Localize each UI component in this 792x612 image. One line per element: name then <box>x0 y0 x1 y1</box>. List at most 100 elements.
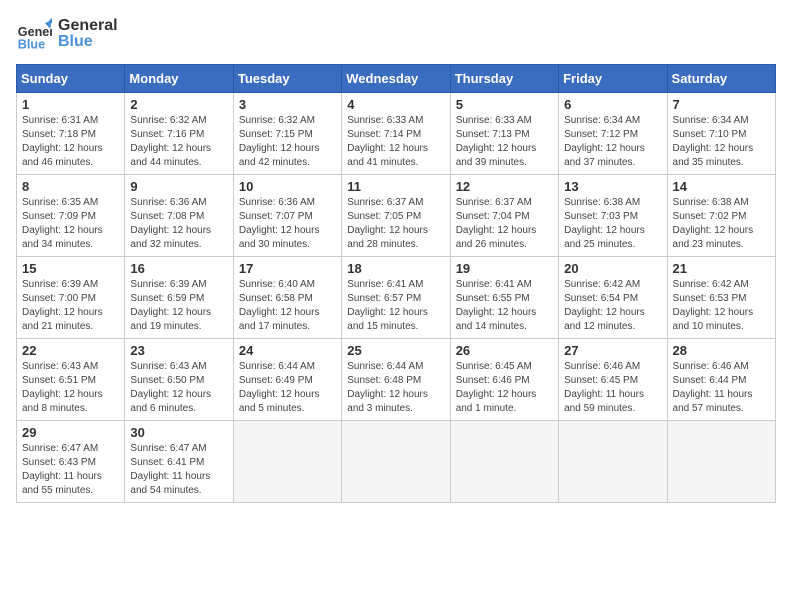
logo: General Blue General Blue <box>16 16 118 52</box>
day-cell-13: 13 Sunrise: 6:38 AM Sunset: 7:03 PM Dayli… <box>559 175 667 257</box>
day-cell-8: 8 Sunrise: 6:35 AM Sunset: 7:09 PM Daylig… <box>17 175 125 257</box>
weekday-thursday: Thursday <box>450 65 558 93</box>
day-number: 14 <box>673 179 770 194</box>
week-row-3: 15 Sunrise: 6:39 AM Sunset: 7:00 PM Dayli… <box>17 257 776 339</box>
day-number: 3 <box>239 97 336 112</box>
day-info: Sunrise: 6:43 AM Sunset: 6:50 PM Dayligh… <box>130 360 227 416</box>
day-info: Sunrise: 6:39 AM Sunset: 6:59 PM Dayligh… <box>130 278 227 334</box>
empty-cell <box>342 421 450 503</box>
day-cell-14: 14 Sunrise: 6:38 AM Sunset: 7:02 PM Dayli… <box>667 175 775 257</box>
day-cell-16: 16 Sunrise: 6:39 AM Sunset: 6:59 PM Dayli… <box>125 257 233 339</box>
day-cell-9: 9 Sunrise: 6:36 AM Sunset: 7:08 PM Daylig… <box>125 175 233 257</box>
day-cell-1: 1 Sunrise: 6:31 AM Sunset: 7:18 PM Daylig… <box>17 93 125 175</box>
day-cell-2: 2Sunrise: 6:32 AM Sunset: 7:16 PM Daylig… <box>125 93 233 175</box>
day-number: 11 <box>347 179 444 194</box>
week-row-2: 8 Sunrise: 6:35 AM Sunset: 7:09 PM Daylig… <box>17 175 776 257</box>
day-number: 12 <box>456 179 553 194</box>
day-cell-19: 19 Sunrise: 6:41 AM Sunset: 6:55 PM Dayli… <box>450 257 558 339</box>
day-info: Sunrise: 6:32 AM Sunset: 7:15 PM Dayligh… <box>239 114 336 170</box>
day-info: Sunrise: 6:36 AM Sunset: 7:08 PM Dayligh… <box>130 196 227 252</box>
day-info: Sunrise: 6:34 AM Sunset: 7:12 PM Dayligh… <box>564 114 661 170</box>
day-number: 9 <box>130 179 227 194</box>
day-number: 30 <box>130 425 227 440</box>
day-number: 16 <box>130 261 227 276</box>
day-cell-12: 12Sunrise: 6:37 AM Sunset: 7:04 PM Dayli… <box>450 175 558 257</box>
day-number: 19 <box>456 261 553 276</box>
day-cell-29: 29 Sunrise: 6:47 AM Sunset: 6:43 PM Dayli… <box>17 421 125 503</box>
day-number: 6 <box>564 97 661 112</box>
weekday-friday: Friday <box>559 65 667 93</box>
day-cell-4: 4Sunrise: 6:33 AM Sunset: 7:14 PM Daylig… <box>342 93 450 175</box>
day-number: 5 <box>456 97 553 112</box>
day-cell-27: 27Sunrise: 6:46 AM Sunset: 6:45 PM Dayli… <box>559 339 667 421</box>
empty-cell <box>233 421 341 503</box>
week-row-5: 29 Sunrise: 6:47 AM Sunset: 6:43 PM Dayli… <box>17 421 776 503</box>
day-number: 2 <box>130 97 227 112</box>
day-info: Sunrise: 6:38 AM Sunset: 7:03 PM Dayligh… <box>564 196 661 252</box>
day-number: 20 <box>564 261 661 276</box>
day-cell-30: 30 Sunrise: 6:47 AM Sunset: 6:41 PM Dayli… <box>125 421 233 503</box>
weekday-saturday: Saturday <box>667 65 775 93</box>
day-info: Sunrise: 6:34 AM Sunset: 7:10 PM Dayligh… <box>673 114 770 170</box>
day-info: Sunrise: 6:42 AM Sunset: 6:54 PM Dayligh… <box>564 278 661 334</box>
day-number: 26 <box>456 343 553 358</box>
day-number: 25 <box>347 343 444 358</box>
logo-icon: General Blue <box>16 16 52 52</box>
day-cell-24: 24Sunrise: 6:44 AM Sunset: 6:49 PM Dayli… <box>233 339 341 421</box>
day-number: 21 <box>673 261 770 276</box>
day-number: 22 <box>22 343 119 358</box>
empty-cell <box>450 421 558 503</box>
day-info: Sunrise: 6:45 AM Sunset: 6:46 PM Dayligh… <box>456 360 553 416</box>
day-info: Sunrise: 6:44 AM Sunset: 6:48 PM Dayligh… <box>347 360 444 416</box>
day-info: Sunrise: 6:41 AM Sunset: 6:57 PM Dayligh… <box>347 278 444 334</box>
day-number: 4 <box>347 97 444 112</box>
day-number: 28 <box>673 343 770 358</box>
empty-cell <box>559 421 667 503</box>
day-cell-22: 22 Sunrise: 6:43 AM Sunset: 6:51 PM Dayli… <box>17 339 125 421</box>
day-cell-20: 20 Sunrise: 6:42 AM Sunset: 6:54 PM Dayli… <box>559 257 667 339</box>
day-number: 15 <box>22 261 119 276</box>
day-info: Sunrise: 6:39 AM Sunset: 7:00 PM Dayligh… <box>22 278 119 334</box>
weekday-monday: Monday <box>125 65 233 93</box>
day-info: Sunrise: 6:38 AM Sunset: 7:02 PM Dayligh… <box>673 196 770 252</box>
weekday-wednesday: Wednesday <box>342 65 450 93</box>
week-row-1: 1 Sunrise: 6:31 AM Sunset: 7:18 PM Daylig… <box>17 93 776 175</box>
empty-cell <box>667 421 775 503</box>
day-info: Sunrise: 6:47 AM Sunset: 6:43 PM Dayligh… <box>22 442 119 498</box>
day-cell-3: 3 Sunrise: 6:32 AM Sunset: 7:15 PM Daylig… <box>233 93 341 175</box>
day-cell-5: 5 Sunrise: 6:33 AM Sunset: 7:13 PM Daylig… <box>450 93 558 175</box>
day-info: Sunrise: 6:42 AM Sunset: 6:53 PM Dayligh… <box>673 278 770 334</box>
day-number: 29 <box>22 425 119 440</box>
day-number: 23 <box>130 343 227 358</box>
day-number: 13 <box>564 179 661 194</box>
day-cell-17: 17 Sunrise: 6:40 AM Sunset: 6:58 PM Dayli… <box>233 257 341 339</box>
day-cell-18: 18 Sunrise: 6:41 AM Sunset: 6:57 PM Dayli… <box>342 257 450 339</box>
day-cell-15: 15 Sunrise: 6:39 AM Sunset: 7:00 PM Dayli… <box>17 257 125 339</box>
day-info: Sunrise: 6:35 AM Sunset: 7:09 PM Dayligh… <box>22 196 119 252</box>
svg-text:Blue: Blue <box>18 37 45 51</box>
day-cell-7: 7 Sunrise: 6:34 AM Sunset: 7:10 PM Daylig… <box>667 93 775 175</box>
day-number: 24 <box>239 343 336 358</box>
day-cell-28: 28 Sunrise: 6:46 AM Sunset: 6:44 PM Dayli… <box>667 339 775 421</box>
day-info: Sunrise: 6:36 AM Sunset: 7:07 PM Dayligh… <box>239 196 336 252</box>
day-info: Sunrise: 6:43 AM Sunset: 6:51 PM Dayligh… <box>22 360 119 416</box>
day-number: 1 <box>22 97 119 112</box>
day-info: Sunrise: 6:31 AM Sunset: 7:18 PM Dayligh… <box>22 114 119 170</box>
day-number: 7 <box>673 97 770 112</box>
day-info: Sunrise: 6:37 AM Sunset: 7:05 PM Dayligh… <box>347 196 444 252</box>
day-info: Sunrise: 6:46 AM Sunset: 6:44 PM Dayligh… <box>673 360 770 416</box>
week-row-4: 22 Sunrise: 6:43 AM Sunset: 6:51 PM Dayli… <box>17 339 776 421</box>
day-info: Sunrise: 6:47 AM Sunset: 6:41 PM Dayligh… <box>130 442 227 498</box>
day-cell-6: 6 Sunrise: 6:34 AM Sunset: 7:12 PM Daylig… <box>559 93 667 175</box>
calendar-table: SundayMondayTuesdayWednesdayThursdayFrid… <box>16 64 776 503</box>
day-info: Sunrise: 6:33 AM Sunset: 7:13 PM Dayligh… <box>456 114 553 170</box>
day-cell-21: 21 Sunrise: 6:42 AM Sunset: 6:53 PM Dayli… <box>667 257 775 339</box>
day-info: Sunrise: 6:41 AM Sunset: 6:55 PM Dayligh… <box>456 278 553 334</box>
day-number: 10 <box>239 179 336 194</box>
day-number: 8 <box>22 179 119 194</box>
day-cell-23: 23 Sunrise: 6:43 AM Sunset: 6:50 PM Dayli… <box>125 339 233 421</box>
day-info: Sunrise: 6:40 AM Sunset: 6:58 PM Dayligh… <box>239 278 336 334</box>
day-number: 27 <box>564 343 661 358</box>
day-number: 17 <box>239 261 336 276</box>
day-number: 18 <box>347 261 444 276</box>
